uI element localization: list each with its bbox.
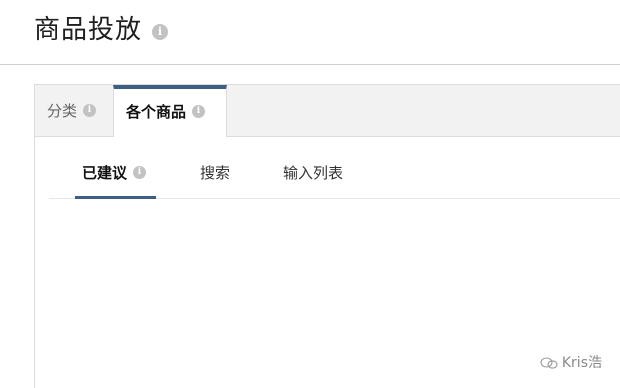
tab-category-label: 分类 [47, 102, 78, 120]
subtab-suggested[interactable]: 已建议 i [75, 161, 156, 199]
page-header: 商品投放 i [0, 0, 620, 65]
watermark-text: Kris浩 [561, 355, 602, 371]
subtab-bar: 已建议 i 搜索 输入列表 [49, 137, 620, 199]
info-icon[interactable]: i [83, 104, 97, 117]
tab-individual-products[interactable]: 各个商品 i [113, 85, 227, 138]
page-title: 商品投放 [34, 15, 143, 45]
tab-bar: 分类 i 各个商品 i [35, 85, 620, 138]
info-icon[interactable]: i [152, 24, 168, 40]
subtab-search[interactable]: 搜索 [200, 161, 230, 199]
subtab-enter-list[interactable]: 输入列表 [283, 161, 343, 199]
tab-individual-products-label: 各个商品 [126, 103, 187, 121]
watermark: Kris浩 [540, 352, 602, 372]
tab-category[interactable]: 分类 i [35, 85, 113, 137]
page: 商品投放 i 分类 i 各个商品 i 已建议 i 搜索 输入列表 Kris浩 [0, 0, 620, 388]
subtab-suggested-label: 已建议 [82, 164, 128, 182]
wechat-icon [540, 357, 558, 369]
info-icon[interactable]: i [192, 105, 206, 118]
targeting-panel: 分类 i 各个商品 i 已建议 i 搜索 输入列表 [34, 84, 620, 388]
tab-content: 已建议 i 搜索 输入列表 [35, 137, 620, 388]
info-icon[interactable]: i [133, 166, 147, 179]
